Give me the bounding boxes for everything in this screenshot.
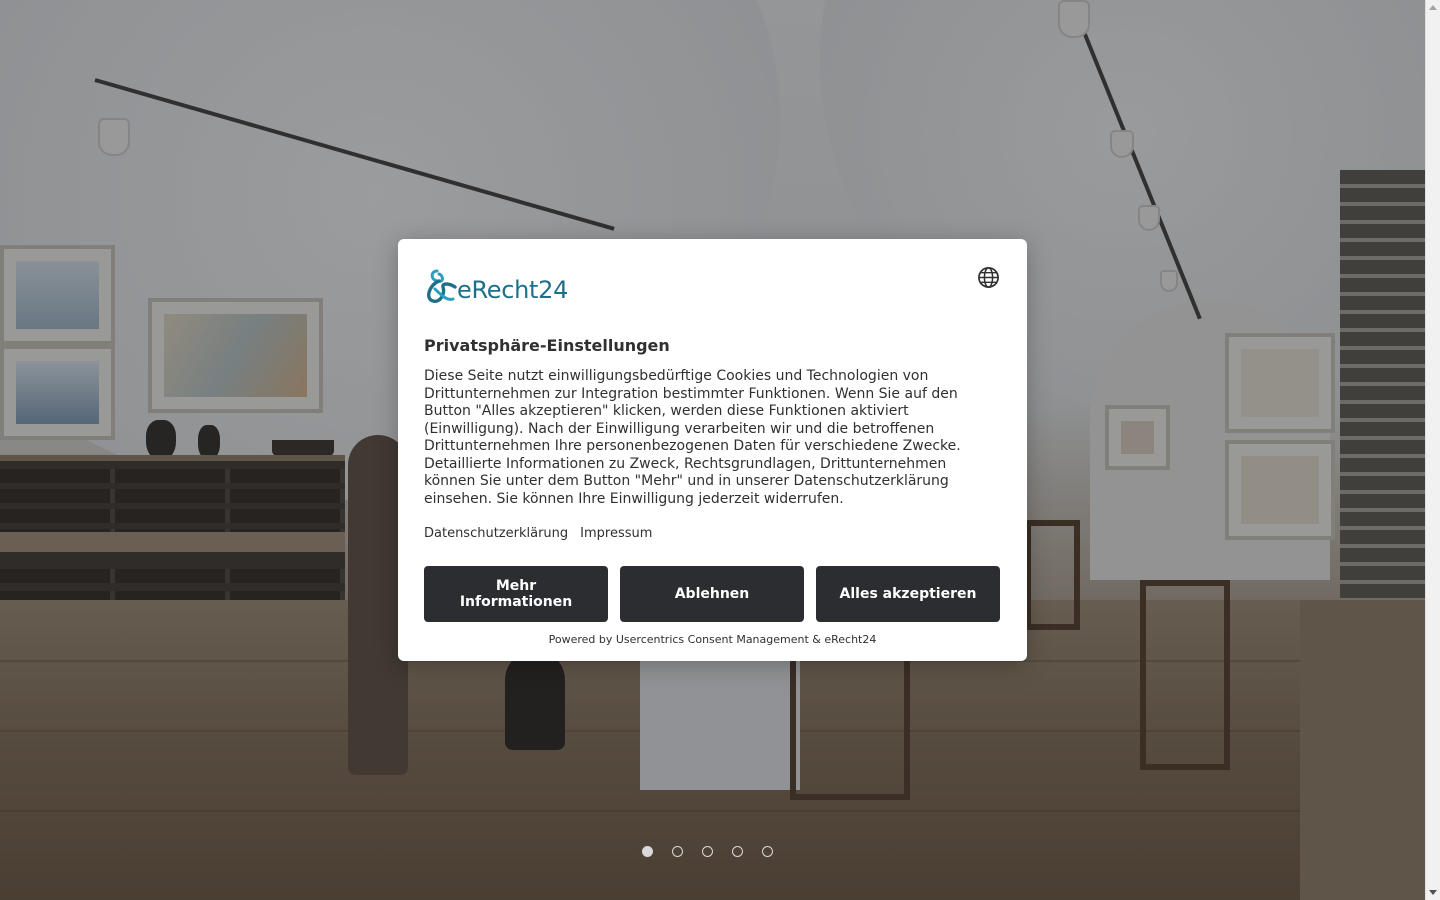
consent-dialog: eRecht24 Privatsphäre-Einstellungen Dies… xyxy=(398,239,1027,661)
scroll-down-arrow-icon[interactable] xyxy=(1429,890,1437,895)
brand-name: eRecht24 xyxy=(457,276,569,304)
globe-icon[interactable] xyxy=(977,266,1000,289)
privacy-policy-link[interactable]: Datenschutzerklärung xyxy=(424,526,568,541)
slider-pagination xyxy=(642,846,773,857)
imprint-link[interactable]: Impressum xyxy=(580,526,652,541)
deny-button[interactable]: Ablehnen xyxy=(620,566,804,622)
dialog-title: Privatsphäre-Einstellungen xyxy=(424,336,670,355)
slider-dot-2[interactable] xyxy=(672,846,683,857)
slider-dot-3[interactable] xyxy=(702,846,713,857)
vertical-scrollbar[interactable] xyxy=(1425,0,1440,900)
slider-dot-4[interactable] xyxy=(732,846,743,857)
slider-dot-1[interactable] xyxy=(642,846,653,857)
erecht24-logo-mark-icon xyxy=(427,269,457,303)
legal-links: Datenschutzerklärung Impressum xyxy=(424,526,652,541)
scroll-up-arrow-icon[interactable] xyxy=(1429,5,1437,10)
consent-buttons: Mehr Informationen Ablehnen Alles akzept… xyxy=(424,566,1000,622)
page: eRecht24 Privatsphäre-Einstellungen Dies… xyxy=(0,0,1440,900)
consent-description: Diese Seite nutzt einwilligungsbedürftig… xyxy=(424,368,961,507)
slider-dot-5[interactable] xyxy=(762,846,773,857)
powered-by-text: Powered by Usercentrics Consent Manageme… xyxy=(548,633,877,646)
accept-all-button[interactable]: Alles akzeptieren xyxy=(816,566,1000,622)
more-info-button[interactable]: Mehr Informationen xyxy=(424,566,608,622)
erecht24-logo: eRecht24 xyxy=(423,265,568,305)
